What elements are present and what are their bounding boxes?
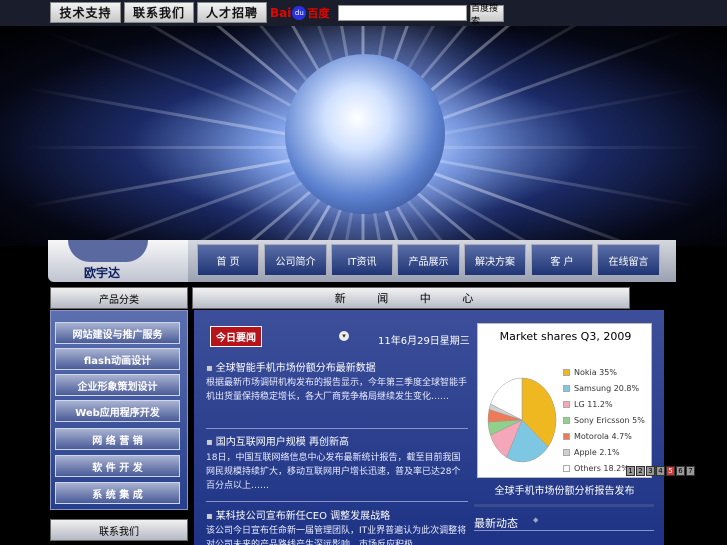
globe-logo-icon — [68, 240, 148, 262]
legend-label: LG 11.2% — [574, 399, 613, 409]
nav-clients[interactable]: 客 户 — [531, 244, 593, 276]
hero-banner — [0, 26, 727, 246]
market-share-chart[interactable]: Market shares Q3, 2009 Nokia 35% Samsung … — [477, 323, 652, 478]
sidebar-item-software[interactable]: 软 件 开 发 — [55, 455, 180, 477]
nav-home[interactable]: 首 页 — [197, 244, 259, 276]
chart-caption[interactable]: 全球手机市场份额分析报告发布 — [477, 482, 652, 497]
sidebar-item-marketing[interactable]: 网 络 营 销 — [55, 428, 180, 450]
pager-button[interactable]: 1 — [626, 466, 635, 476]
search-input[interactable] — [338, 5, 467, 21]
sidebar-item-flash[interactable]: flash动画设计 — [55, 348, 180, 370]
globe-image — [285, 54, 445, 214]
company-logo: 欧宇达 — [48, 240, 196, 282]
legend-swatch — [563, 416, 570, 424]
legend-label: Nokia 35% — [574, 367, 617, 377]
legend-swatch — [563, 368, 570, 376]
legend-label: Sony Ericsson 5% — [574, 415, 645, 425]
news-title[interactable]: 国内互联网用户规模 再创新高 — [206, 433, 349, 448]
legend-entry: Samsung 20.8% — [563, 380, 645, 396]
news-title[interactable]: 某科技公司宣布新任CEO 调整发展战略 — [206, 507, 390, 522]
baidu-logo-cn: 百度 — [307, 7, 330, 20]
baidu-logo-text: Bai — [270, 6, 292, 20]
nav-products[interactable]: 产品展示 — [397, 244, 460, 276]
legend-swatch — [563, 448, 570, 456]
news-body: 该公司今日宣布任命新一届管理团队，IT业界普遍认为此次调整将对公司未来的产品路线… — [206, 526, 467, 545]
legend-entry: Motorola 4.7% — [563, 428, 645, 444]
divider — [474, 504, 654, 507]
news-title[interactable]: 全球智能手机市场份额分布最新数据 — [206, 359, 376, 374]
search-button[interactable]: 百度搜索 — [470, 4, 504, 27]
sidebar-heading-contact: 联系我们 — [50, 519, 188, 541]
nav-it-news[interactable]: IT资讯 — [331, 244, 393, 276]
careers-button[interactable]: 人才招聘 — [197, 2, 267, 23]
legend-swatch — [563, 464, 570, 472]
legend-entry: Sony Ericsson 5% — [563, 412, 645, 428]
legend-label: Apple 2.1% — [574, 447, 620, 457]
chart-legend: Nokia 35% Samsung 20.8% LG 11.2% Sony Erics… — [563, 364, 645, 476]
nav-about[interactable]: 公司简介 — [264, 244, 327, 276]
sidebar-heading-products: 产品分类 — [50, 287, 188, 309]
arrow-icon: ◆ — [533, 516, 539, 524]
nav-guestbook[interactable]: 在线留言 — [597, 244, 660, 276]
pie-chart — [487, 377, 557, 463]
sidebar-item-integration[interactable]: 系 统 集 成 — [55, 482, 180, 504]
news-body: 18日，中国互联网络信息中心发布最新统计报告，截至目前我国网民规模持续扩大，移动… — [206, 453, 461, 491]
news-center-heading: 新 闻 中 心 — [192, 287, 630, 309]
contact-us-button[interactable]: 联系我们 — [124, 2, 194, 23]
legend-label: Samsung 20.8% — [574, 383, 640, 393]
tech-support-button[interactable]: 技术支持 — [50, 2, 121, 23]
legend-entry: Apple 2.1% — [563, 444, 645, 460]
chevron-down-icon[interactable]: ▾ — [339, 331, 349, 341]
paw-icon: du — [292, 6, 307, 20]
chart-title: Market shares Q3, 2009 — [499, 330, 632, 343]
divider — [206, 501, 468, 502]
news-body: 根据最新市场调研机构发布的报告显示，今年第三季度全球智能手机出货量保持稳定增长，… — [206, 378, 468, 402]
divider — [474, 530, 654, 531]
pager-button[interactable]: 7 — [686, 466, 695, 476]
legend-label: Others 18.2% — [574, 463, 629, 473]
pager-button[interactable]: 4 — [656, 466, 665, 476]
slideshow-pager: 1234567 — [625, 466, 695, 476]
company-name: 欧宇达 — [84, 266, 121, 280]
sidebar-item-web[interactable]: 网站建设与推广服务 — [55, 322, 180, 344]
headline-badge: 今日要闻 — [210, 326, 262, 347]
legend-swatch — [563, 384, 570, 392]
updates-heading: 最新动态 — [474, 517, 518, 530]
pager-button[interactable]: 2 — [636, 466, 645, 476]
current-date: 11年6月29日星期三 — [378, 336, 470, 347]
legend-label: Motorola 4.7% — [574, 431, 632, 441]
divider — [206, 428, 468, 429]
legend-swatch — [563, 432, 570, 440]
sidebar-item-webapp[interactable]: Web应用程序开发 — [55, 400, 180, 422]
legend-entry: LG 11.2% — [563, 396, 645, 412]
pager-button[interactable]: 5 — [666, 466, 675, 476]
legend-entry: Nokia 35% — [563, 364, 645, 380]
baidu-logo: Bai du 百度 — [270, 3, 336, 23]
legend-swatch — [563, 400, 570, 408]
pager-button[interactable]: 3 — [646, 466, 655, 476]
nav-solutions[interactable]: 解决方案 — [464, 244, 526, 276]
sidebar-item-branding[interactable]: 企业形象策划设计 — [55, 374, 180, 396]
pager-button[interactable]: 6 — [676, 466, 685, 476]
